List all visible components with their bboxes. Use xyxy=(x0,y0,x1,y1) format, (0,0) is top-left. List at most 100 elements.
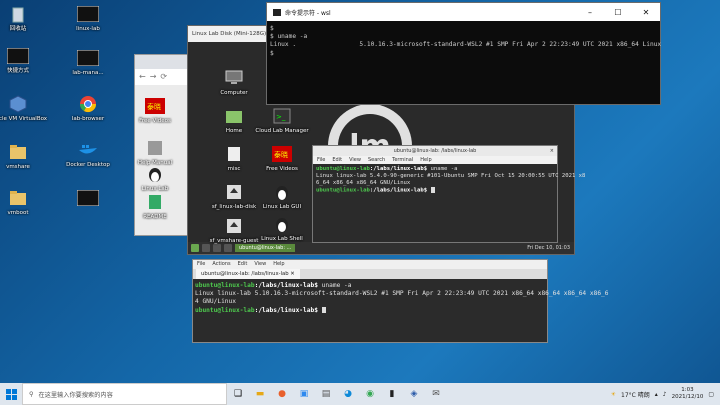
desktop-icon-r1[interactable]: lab-mana... xyxy=(66,48,110,76)
volume-icon[interactable]: ♪ xyxy=(663,391,667,398)
mint-icon-4[interactable]: sf_vmshare-guest xyxy=(209,216,259,244)
maximize-icon[interactable]: ☐ xyxy=(604,8,632,17)
virtualbox-icon[interactable]: ◈ xyxy=(403,383,425,405)
mint-icon-2[interactable]: misc xyxy=(212,144,256,172)
mint-icon2-0-label: Cloud Lab Manager xyxy=(255,128,309,134)
browser-nav-bar[interactable]: ← → ⟳ xyxy=(135,69,189,83)
terminal-app-icon: >_ xyxy=(271,106,293,126)
show-desktop-icon[interactable] xyxy=(202,244,210,252)
clock[interactable]: 1:03 2021/12/10 xyxy=(672,387,704,401)
desktop-icon-3[interactable]: vmshare xyxy=(0,142,40,170)
desktop-icon-r0-label: linux-lab xyxy=(76,26,100,32)
photos-icon[interactable]: ▣ xyxy=(293,383,315,405)
files-launcher-icon[interactable] xyxy=(224,244,232,252)
browser-item-1[interactable]: Help Manual xyxy=(133,138,177,166)
desktop-icon-r2[interactable]: lab-browser xyxy=(66,94,110,122)
desktop-icon-r3[interactable]: Docker Desktop xyxy=(66,140,110,168)
mint-icon-0[interactable]: Computer xyxy=(212,68,256,96)
terminal-launcher-icon[interactable] xyxy=(213,244,221,252)
reload-icon[interactable]: ⟳ xyxy=(160,72,167,81)
mint-icon-3-label: sf_linux-lab-disk xyxy=(211,204,257,210)
outer-terminal-menu-actions[interactable]: Actions xyxy=(212,260,230,269)
inner-terminal-titlebar[interactable]: ubuntu@linux-lab: /labs/linux-lab × xyxy=(313,146,557,156)
wsl-output[interactable]: $ $ uname -a Linux . 5.10.16.3-microsoft… xyxy=(267,21,661,62)
network-icon[interactable]: ▴ xyxy=(655,391,658,398)
desktop-icon-r0[interactable]: linux-lab xyxy=(66,4,110,32)
desktop-icon-r4[interactable] xyxy=(66,188,110,210)
inner-terminal-menu-edit[interactable]: Edit xyxy=(332,156,342,164)
inner-terminal-window[interactable]: ubuntu@linux-lab: /labs/linux-lab × File… xyxy=(312,145,585,243)
search-icon: ⚲ xyxy=(29,390,34,398)
drive-icon xyxy=(223,182,245,202)
panel-task-terminal[interactable]: ubuntu@linux-lab: ... xyxy=(235,244,296,252)
start-button[interactable] xyxy=(0,383,22,405)
mint-icon-3[interactable]: sf_linux-lab-disk xyxy=(212,182,256,210)
inner-terminal-menu-view[interactable]: View xyxy=(349,156,361,164)
desktop-icon-4[interactable]: vmboot xyxy=(0,188,40,216)
cursor xyxy=(430,187,435,193)
linux-icon xyxy=(144,164,166,184)
desktop-icon-2[interactable]: Oracle VM VirtualBox xyxy=(0,94,47,122)
outer-terminal-menu-view[interactable]: View xyxy=(254,260,266,269)
taskbar-search[interactable]: ⚲ 在这里输入你要搜索的内容 xyxy=(22,383,227,405)
back-icon[interactable]: ← xyxy=(139,72,146,81)
close-icon[interactable]: ✕ xyxy=(632,8,660,17)
mint-icon-4-label: sf_vmshare-guest xyxy=(209,238,259,244)
weather-icon[interactable]: ☀ xyxy=(611,391,616,398)
desktop-icon-3-label: vmshare xyxy=(6,164,30,170)
wsl-window[interactable]: 命令提示符 - wsl – ☐ ✕ $ $ uname -a Linux . 5… xyxy=(266,2,661,105)
browser-item-2[interactable]: Linux Lab xyxy=(133,164,177,192)
minimize-icon[interactable]: – xyxy=(576,8,604,17)
desktop-icon-r2-label: lab-browser xyxy=(71,116,105,122)
browser-item-0[interactable]: 泰晓 Free Videos xyxy=(133,96,177,124)
close-tab-icon[interactable]: ✕ xyxy=(290,271,294,277)
drive-icon xyxy=(223,216,245,236)
store-icon[interactable]: ▤ xyxy=(315,383,337,405)
mail-icon[interactable]: ✉ xyxy=(425,383,447,405)
browser-item-3[interactable]: README xyxy=(133,192,177,220)
wsl-titlebar[interactable]: 命令提示符 - wsl – ☐ ✕ xyxy=(267,3,660,21)
edge-icon[interactable]: ◕ xyxy=(337,383,359,405)
menu-icon[interactable] xyxy=(191,244,199,252)
virtualbox-icon xyxy=(7,94,29,114)
close-icon[interactable]: × xyxy=(550,146,554,156)
shortcut-icon xyxy=(77,48,99,68)
outer-terminal-menu-help[interactable]: Help xyxy=(273,260,284,269)
desktop-icon-1[interactable]: 快捷方式 xyxy=(0,46,40,74)
mint-icon2-1[interactable]: 泰晓 Free Videos xyxy=(260,144,304,172)
firefox-icon[interactable]: ● xyxy=(271,383,293,405)
svg-text:泰晓: 泰晓 xyxy=(274,150,288,159)
terminal-icon[interactable]: ▮ xyxy=(381,383,403,405)
readme-icon xyxy=(144,192,166,212)
inner-terminal-menu-help[interactable]: Help xyxy=(420,156,431,164)
notification-icon[interactable]: ▢ xyxy=(708,391,714,398)
forward-icon[interactable]: → xyxy=(150,72,157,81)
desktop-icon-r1-label: lab-mana... xyxy=(72,70,104,76)
mint-icon-1-label: Home xyxy=(225,128,243,134)
mint-icon2-0[interactable]: >_ Cloud Lab Manager xyxy=(255,106,309,134)
outer-terminal-menu-file[interactable]: File xyxy=(197,260,205,269)
chrome-icon[interactable]: ◉ xyxy=(359,383,381,405)
mint-icon2-3[interactable]: Linux Lab Shell xyxy=(260,214,304,242)
mint-icon2-2[interactable]: Linux Lab GUI xyxy=(260,182,304,210)
outer-terminal-menu-edit[interactable]: Edit xyxy=(238,260,248,269)
inner-terminal-output[interactable]: ubuntu@linux-lab:/labs/linux-lab$ uname … xyxy=(313,164,585,197)
desktop-icon-0[interactable]: 回收站 xyxy=(0,4,40,32)
desktop-icon-1-label: 快捷方式 xyxy=(6,68,29,74)
browser-tabstrip[interactable] xyxy=(135,55,189,69)
mint-icon-1[interactable]: Home xyxy=(212,106,256,134)
outer-terminal-output[interactable]: ubuntu@linux-lab:/labs/linux-lab$ uname … xyxy=(193,279,609,318)
mint-icon2-2-label: Linux Lab GUI xyxy=(262,204,302,210)
video-icon: 泰晓 xyxy=(271,144,293,164)
inner-terminal-menu-search[interactable]: Search xyxy=(368,156,385,164)
shortcut-icon xyxy=(77,4,99,24)
task-view-icon[interactable]: ❑ xyxy=(227,383,249,405)
inner-terminal-menu-file[interactable]: File xyxy=(317,156,325,164)
weather-text[interactable]: 17°C 晴朗 xyxy=(621,390,650,399)
inner-terminal-menu-terminal[interactable]: Terminal xyxy=(392,156,413,164)
file-explorer-icon[interactable]: ▬ xyxy=(249,383,271,405)
outer-terminal-window[interactable]: File Actions Edit View Help ubuntu@linux-lab… xyxy=(192,259,609,343)
vm-title: Linux Lab Disk (Mini-128G) xyxy=(192,31,267,37)
clock-time: 1:03 xyxy=(681,387,694,393)
terminal-tab[interactable]: ubuntu@linux-lab: /labs/linux-lab ✕ xyxy=(196,269,300,279)
